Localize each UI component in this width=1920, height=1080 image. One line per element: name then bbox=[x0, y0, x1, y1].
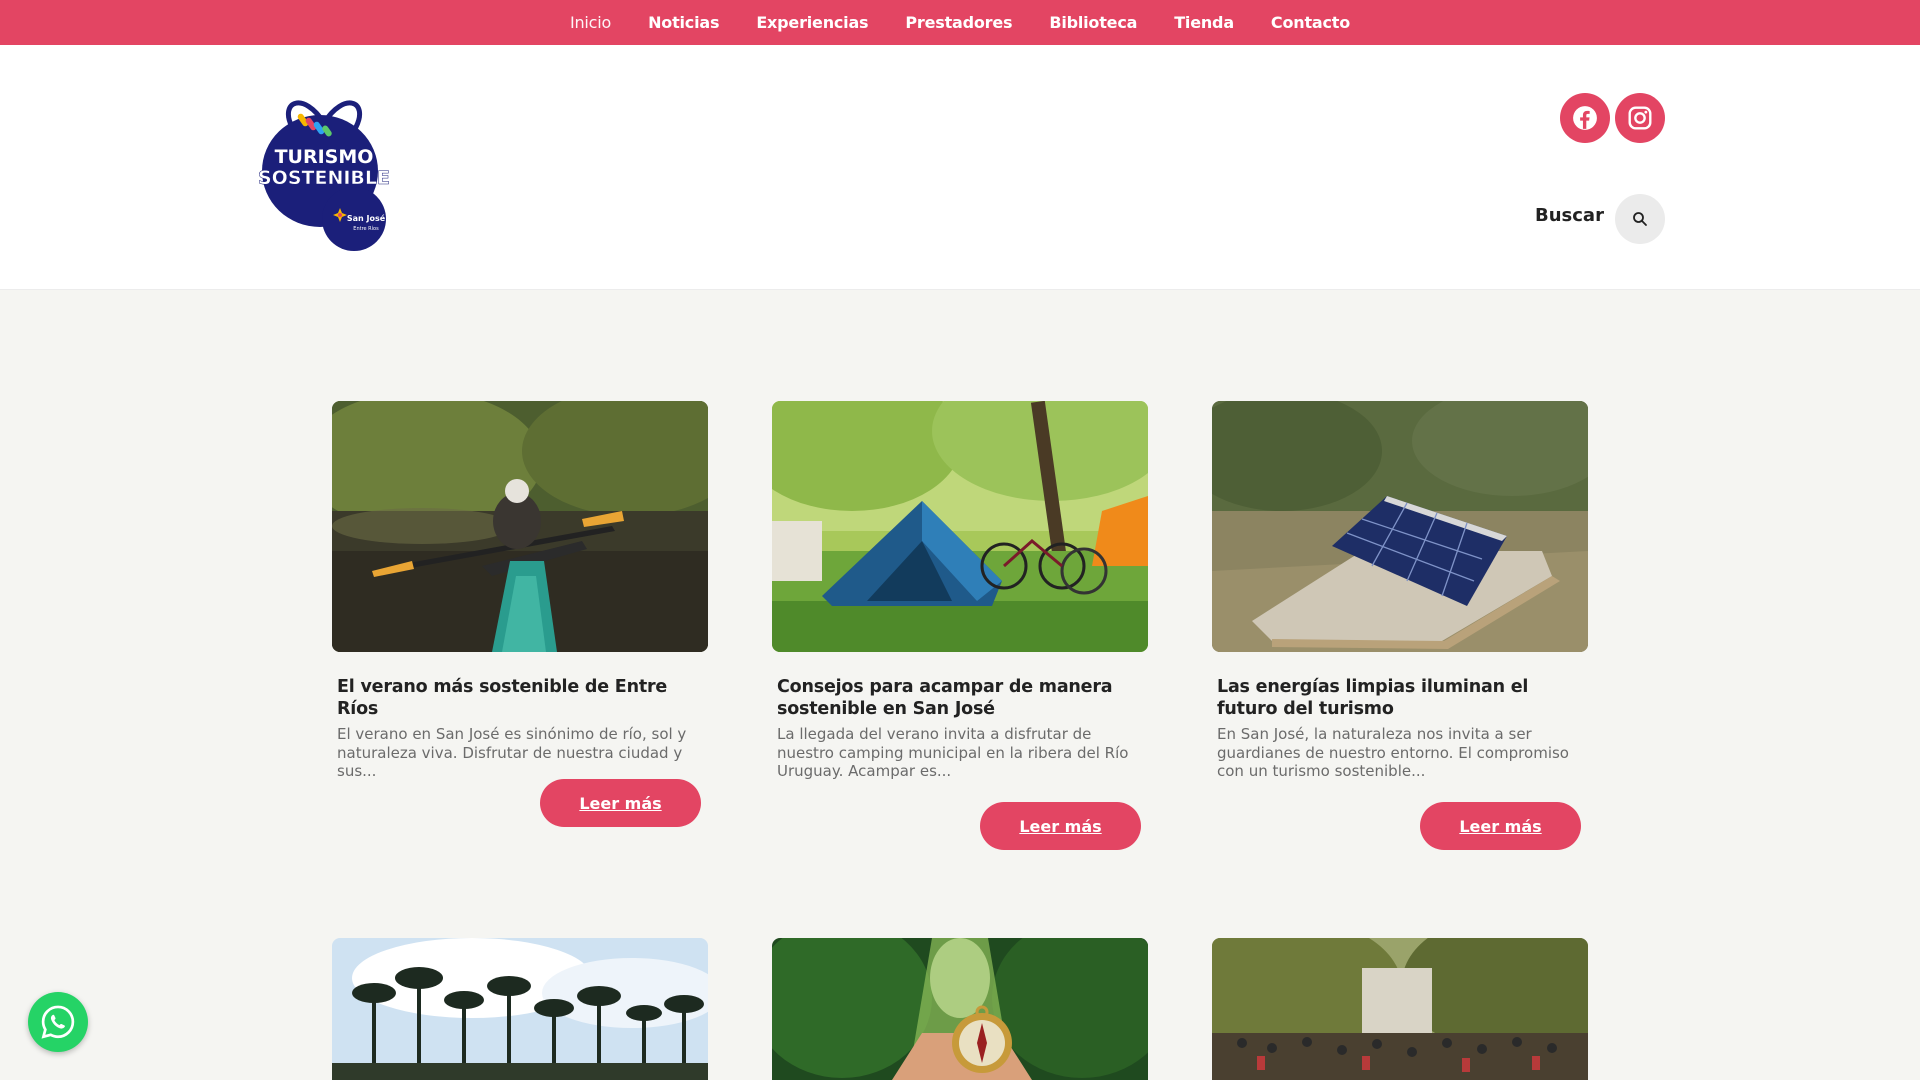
post-card bbox=[772, 938, 1148, 1080]
post-card: Las energías limpias iluminan el futuro … bbox=[1212, 401, 1588, 853]
nav-item-contacto[interactable]: Contacto bbox=[1271, 13, 1350, 32]
post-card bbox=[1212, 938, 1588, 1080]
post-excerpt: El verano en San José es sinónimo de río… bbox=[337, 725, 687, 780]
logo-badge-text: San José bbox=[347, 213, 386, 223]
search-icon bbox=[1633, 212, 1647, 226]
nav-item-prestadores[interactable]: Prestadores bbox=[905, 13, 1012, 32]
search-button[interactable] bbox=[1615, 194, 1665, 244]
search-label: Buscar bbox=[1535, 205, 1604, 226]
facebook-icon bbox=[1573, 106, 1597, 130]
logo-badge-subtext: Entre Ríos bbox=[353, 225, 379, 232]
post-title[interactable]: Consejos para acampar de manera sostenib… bbox=[777, 676, 1143, 720]
post-card: El verano más sostenible de Entre Ríos E… bbox=[332, 401, 708, 831]
top-navigation: Inicio Noticias Experiencias Prestadores… bbox=[0, 0, 1920, 45]
post-image-crowd[interactable] bbox=[1212, 938, 1588, 1080]
post-title[interactable]: El verano más sostenible de Entre Ríos bbox=[337, 676, 703, 720]
read-more-button[interactable]: Leer más bbox=[1420, 802, 1581, 850]
post-image-compass[interactable] bbox=[772, 938, 1148, 1080]
post-title[interactable]: Las energías limpias iluminan el futuro … bbox=[1217, 676, 1583, 720]
nav-item-tienda[interactable]: Tienda bbox=[1174, 13, 1234, 32]
whatsapp-button[interactable] bbox=[28, 992, 88, 1052]
post-card: Consejos para acampar de manera sostenib… bbox=[772, 401, 1148, 853]
post-excerpt: La llegada del verano invita a disfrutar… bbox=[777, 725, 1129, 780]
logo-text-line1: TURISMO bbox=[275, 146, 374, 168]
post-image-palms[interactable] bbox=[332, 938, 708, 1080]
post-image-camping[interactable] bbox=[772, 401, 1148, 652]
post-image-solar-panel[interactable] bbox=[1212, 401, 1588, 652]
nav-item-biblioteca[interactable]: Biblioteca bbox=[1049, 13, 1137, 32]
site-header: TURISMO SOSTENIBLE San José Entre Ríos B… bbox=[0, 45, 1920, 290]
post-image-kayak[interactable] bbox=[332, 401, 708, 652]
read-more-button[interactable]: Leer más bbox=[540, 779, 701, 827]
instagram-icon bbox=[1628, 106, 1652, 130]
nav-item-experiencias[interactable]: Experiencias bbox=[756, 13, 868, 32]
read-more-button[interactable]: Leer más bbox=[980, 802, 1141, 850]
nav-item-inicio[interactable]: Inicio bbox=[570, 13, 611, 32]
logo-text-line2: SOSTENIBLE bbox=[258, 167, 390, 189]
site-logo[interactable]: TURISMO SOSTENIBLE San José Entre Ríos bbox=[254, 83, 394, 253]
post-excerpt: En San José, la naturaleza nos invita a … bbox=[1217, 725, 1569, 780]
nav-item-noticias[interactable]: Noticias bbox=[648, 13, 719, 32]
whatsapp-icon bbox=[41, 1005, 75, 1039]
post-card bbox=[332, 938, 708, 1080]
instagram-link[interactable] bbox=[1615, 93, 1665, 143]
facebook-link[interactable] bbox=[1560, 93, 1610, 143]
